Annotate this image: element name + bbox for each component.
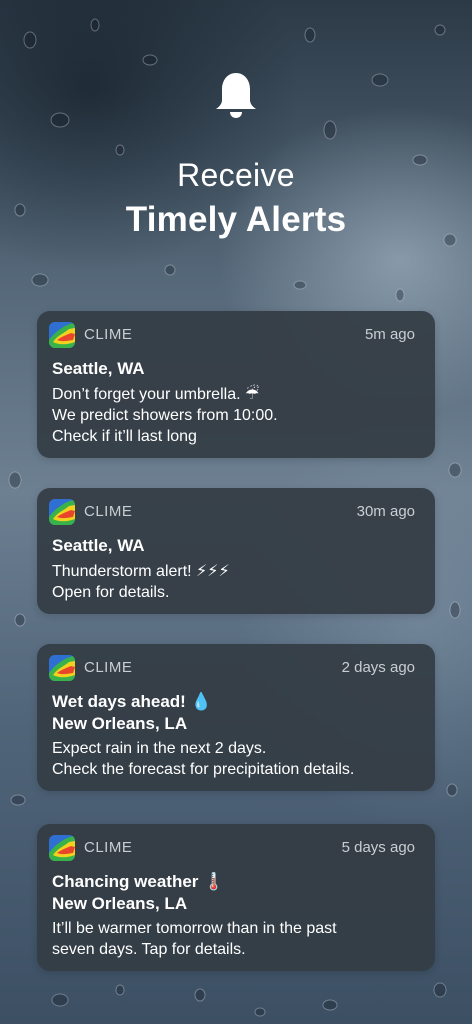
app-name: CLIME bbox=[84, 503, 133, 520]
headline-timely-alerts: Timely Alerts bbox=[125, 200, 347, 239]
notification-card[interactable]: CLIME 5 days ago Chancing weather 🌡️ New… bbox=[37, 824, 435, 971]
headline-receive: Receive bbox=[177, 157, 295, 193]
notification-body-line: Open for details. bbox=[52, 584, 170, 601]
notification-subtitle: New Orleans, LA bbox=[52, 894, 188, 913]
app-name: CLIME bbox=[84, 659, 133, 676]
notification-body-line: Expect rain in the next 2 days. bbox=[52, 740, 267, 757]
notification-card[interactable]: CLIME 5m ago Seattle, WA Don’t forget yo… bbox=[37, 311, 435, 458]
notification-time: 5 days ago bbox=[341, 839, 415, 856]
notification-title: Seattle, WA bbox=[52, 536, 145, 555]
notification-time: 30m ago bbox=[356, 503, 415, 520]
notification-title: Wet days ahead! 💧 bbox=[52, 692, 212, 711]
clime-app-icon bbox=[49, 322, 75, 348]
clime-app-icon bbox=[49, 835, 75, 861]
notification-time: 2 days ago bbox=[341, 659, 415, 676]
notification-body-line: Don’t forget your umbrella. ☔ bbox=[52, 386, 260, 403]
notification-card[interactable]: CLIME 2 days ago Wet days ahead! 💧 New O… bbox=[37, 644, 435, 791]
notification-title: Seattle, WA bbox=[52, 359, 145, 378]
clime-app-icon bbox=[49, 655, 75, 681]
notification-body-line: Thunderstorm alert! ⚡⚡⚡ bbox=[52, 563, 230, 580]
app-name: CLIME bbox=[84, 839, 133, 856]
notification-body-line: We predict showers from 10:00. bbox=[52, 407, 278, 424]
clime-app-icon bbox=[49, 499, 75, 525]
notification-subtitle: New Orleans, LA bbox=[52, 714, 188, 733]
notification-body-line: Check the forecast for precipitation det… bbox=[52, 761, 355, 778]
notification-body-line: It’ll be warmer tomorrow than in the pas… bbox=[52, 920, 337, 937]
notification-title: Chancing weather 🌡️ bbox=[52, 872, 225, 891]
notification-body-line: seven days. Tap for details. bbox=[52, 941, 246, 958]
notification-card[interactable]: CLIME 30m ago Seattle, WA Thunderstorm a… bbox=[37, 488, 435, 614]
notification-time: 5m ago bbox=[364, 326, 415, 343]
app-name: CLIME bbox=[84, 326, 133, 343]
notification-body-line: Check if it’ll last long bbox=[52, 428, 197, 445]
bell-icon bbox=[216, 73, 256, 118]
